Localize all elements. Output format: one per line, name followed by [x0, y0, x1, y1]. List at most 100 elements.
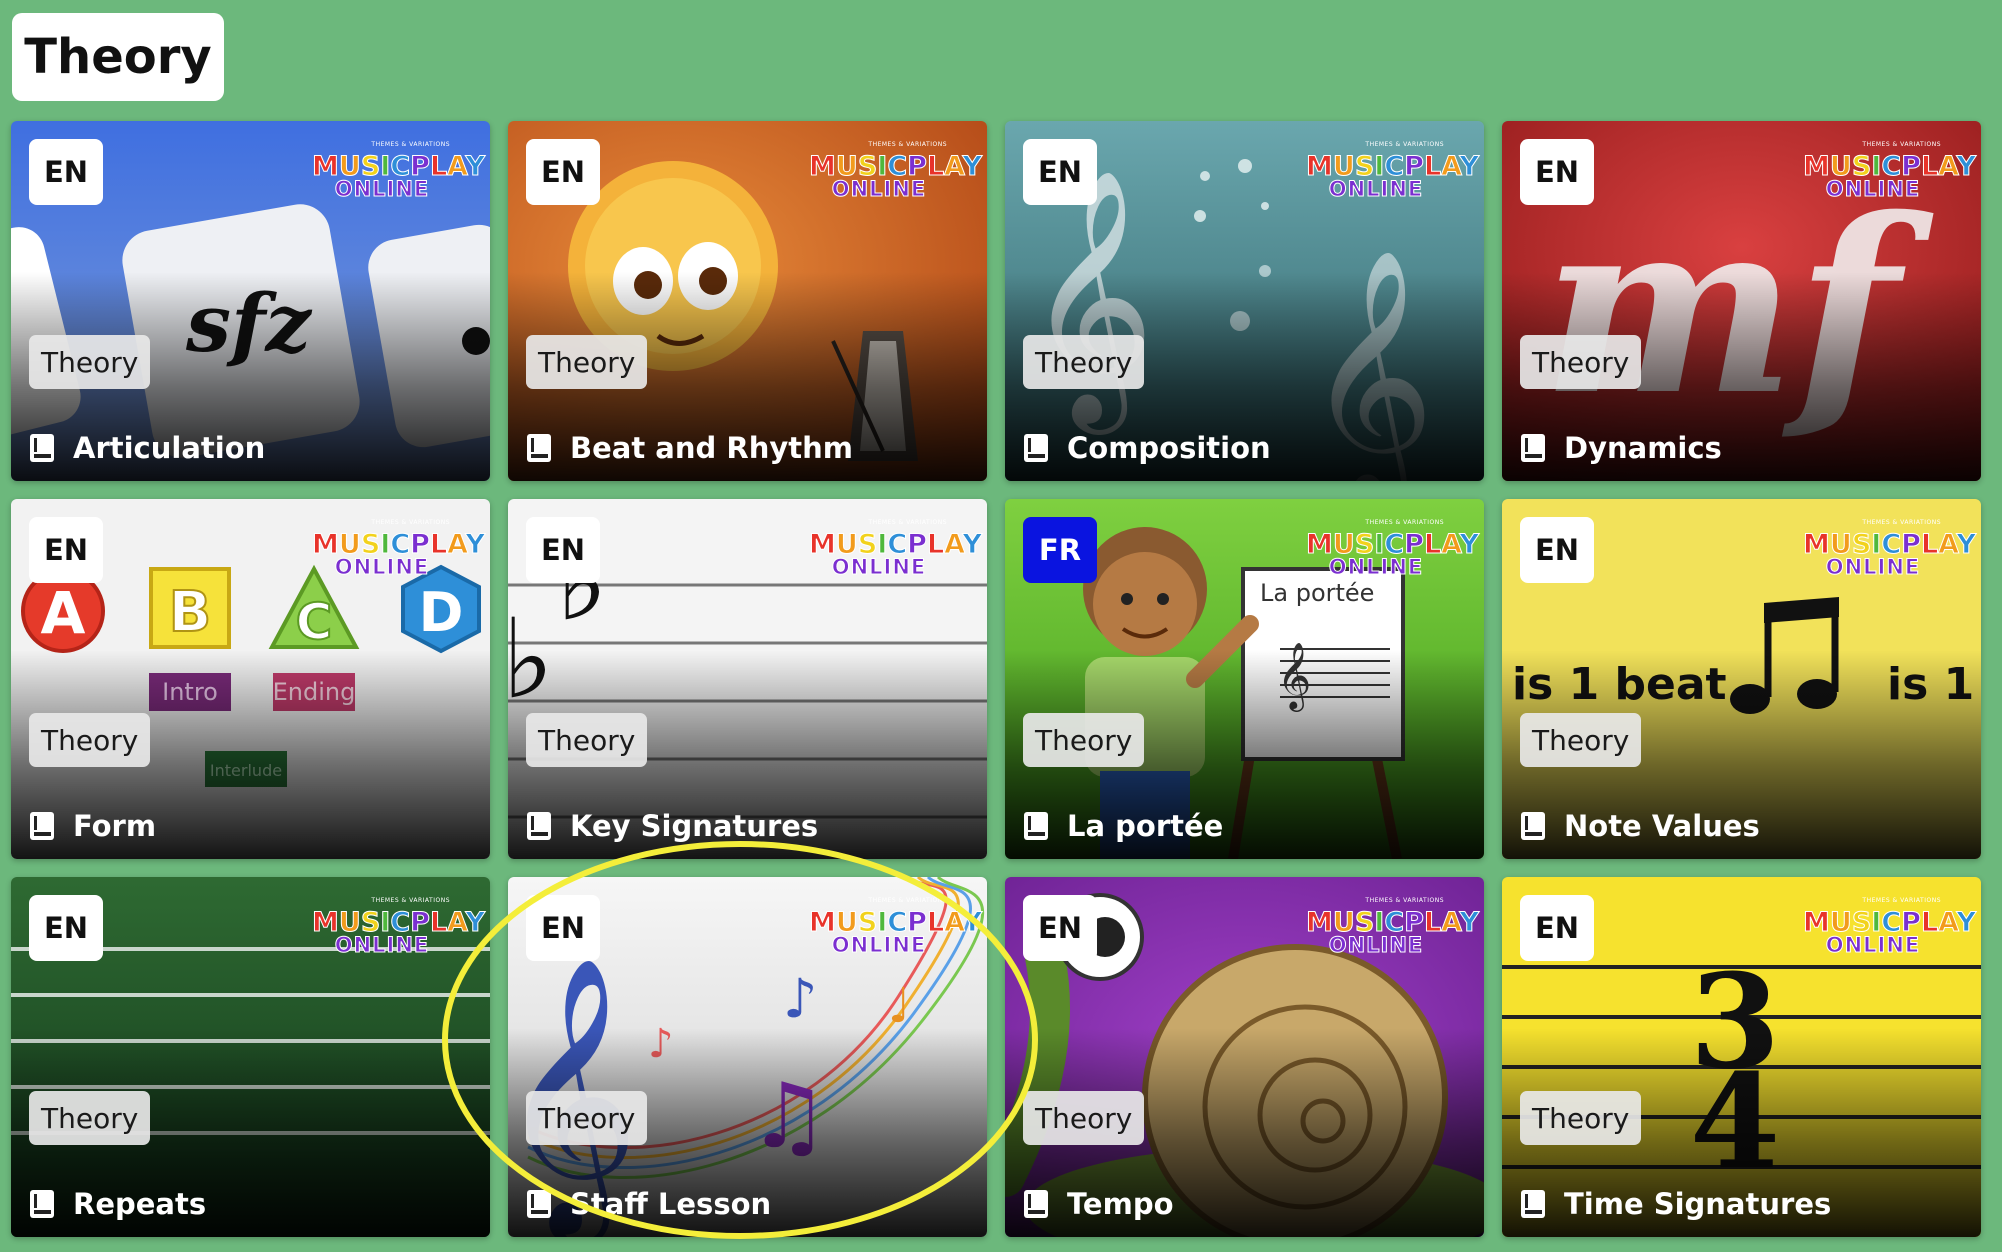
- card-title[interactable]: Beat and Rhythm: [570, 431, 853, 465]
- svg-text:D: D: [419, 581, 464, 644]
- logo-word-online: ONLINE: [831, 555, 927, 579]
- card-title[interactable]: Composition: [1067, 431, 1271, 465]
- lesson-card-portee[interactable]: La portée 𝄞 FRTHEMES & VARIATIONSMUSICPL…: [1005, 499, 1484, 859]
- musicplay-logo: THEMES & VARIATIONS MUSICPLAY ONLINE: [1306, 517, 1480, 583]
- svg-text:♪: ♪: [783, 967, 817, 1030]
- category-badge: Theory: [526, 1091, 648, 1145]
- lesson-card-beat[interactable]: EN THEMES & VARIATIONS MUSICPLAY ONLINE Theo…: [508, 121, 987, 481]
- logo-tagline: THEMES & VARIATIONS: [868, 897, 947, 904]
- logo-word-musicplay: MUSICPLAY: [1803, 151, 1977, 182]
- language-badge: EN: [1520, 517, 1594, 583]
- logo-tagline: THEMES & VARIATIONS: [1365, 519, 1444, 526]
- card-title-row: Key Signatures: [526, 809, 818, 843]
- book-icon: [30, 812, 54, 840]
- card-title-row: Dynamics: [1520, 431, 1722, 465]
- card-title-row: Composition: [1023, 431, 1271, 465]
- card-title-row: Articulation: [29, 431, 265, 465]
- card-title[interactable]: La portée: [1067, 809, 1223, 843]
- logo-tagline: THEMES & VARIATIONS: [1365, 897, 1444, 904]
- card-title[interactable]: Note Values: [1564, 809, 1760, 843]
- svg-text:♩: ♩: [888, 978, 911, 1034]
- lesson-card-articulation[interactable]: sfz ENTHEMES & VARIATIONSMUSICPLAYONLINE…: [11, 121, 490, 481]
- book-icon: [30, 1190, 54, 1218]
- lesson-card-composition[interactable]: 𝄞 𝄞 ENTHEMES & VARIATIONSMUSICPLAYONLINE…: [1005, 121, 1484, 481]
- lesson-card-form[interactable]: A B C D Intro Ending InterludeENTHEMES &…: [11, 499, 490, 859]
- language-badge: EN: [29, 139, 103, 205]
- logo-word-musicplay: MUSICPLAY: [1803, 907, 1977, 938]
- language-badge: FR: [1023, 517, 1097, 583]
- book-icon: [1024, 434, 1048, 462]
- musicplay-logo: THEMES & VARIATIONS MUSICPLAY ONLINE: [1803, 895, 1977, 961]
- book-icon: [1521, 812, 1545, 840]
- logo-word-musicplay: MUSICPLAY: [1306, 907, 1480, 938]
- logo-tagline: THEMES & VARIATIONS: [1862, 897, 1941, 904]
- category-badge: Theory: [1023, 335, 1145, 389]
- logo-word-online: ONLINE: [334, 555, 430, 579]
- logo-word-online: ONLINE: [1825, 555, 1921, 579]
- book-icon: [1521, 1190, 1545, 1218]
- card-title[interactable]: Form: [73, 809, 156, 843]
- svg-text:C: C: [296, 593, 333, 651]
- logo-tagline: THEMES & VARIATIONS: [868, 519, 947, 526]
- language-badge: EN: [29, 517, 103, 583]
- logo-word-musicplay: MUSICPLAY: [312, 907, 486, 938]
- lesson-card-staff[interactable]: 𝄞 ♫ ♪ ♪ ♩ENTHEMES & VARIATIONSMUSICPLAYO…: [508, 877, 987, 1237]
- logo-word-online: ONLINE: [1825, 933, 1921, 957]
- musicplay-logo: THEMES & VARIATIONS MUSICPLAY ONLINE: [809, 517, 983, 583]
- lesson-card-timesig[interactable]: 3 4ENTHEMES & VARIATIONSMUSICPLAYONLINET…: [1502, 877, 1981, 1237]
- card-title[interactable]: Articulation: [73, 431, 265, 465]
- svg-text:La portée: La portée: [1260, 579, 1374, 607]
- card-title-row: La portée: [1023, 809, 1223, 843]
- card-title[interactable]: Dynamics: [1564, 431, 1722, 465]
- logo-word-online: ONLINE: [1825, 177, 1921, 201]
- lesson-card-keysig[interactable]: ♭ ♭ENTHEMES & VARIATIONSMUSICPLAYONLINET…: [508, 499, 987, 859]
- logo-word-musicplay: MUSICPLAY: [1306, 529, 1480, 560]
- page-title: Theory: [12, 13, 224, 101]
- card-title[interactable]: Key Signatures: [570, 809, 818, 843]
- musicplay-logo: THEMES & VARIATIONS MUSICPLAY ONLINE: [312, 895, 486, 961]
- category-badge: Theory: [526, 713, 648, 767]
- book-icon: [30, 434, 54, 462]
- book-icon: [1024, 1190, 1048, 1218]
- logo-word-online: ONLINE: [334, 177, 430, 201]
- musicplay-logo: THEMES & VARIATIONS MUSICPLAY ONLINE: [312, 517, 486, 583]
- language-badge: EN: [526, 895, 600, 961]
- logo-word-online: ONLINE: [334, 933, 430, 957]
- logo-tagline: THEMES & VARIATIONS: [1862, 141, 1941, 148]
- card-title[interactable]: Repeats: [73, 1187, 206, 1221]
- card-title-row: Staff Lesson: [526, 1187, 771, 1221]
- category-badge: Theory: [29, 335, 151, 389]
- card-title[interactable]: Tempo: [1067, 1187, 1174, 1221]
- lesson-card-notevalues[interactable]: is 1 beat is 1 b ENTHEMES & VARIATIONSMU…: [1502, 499, 1981, 859]
- lesson-card-repeats[interactable]: EN THEMES & VARIATIONS MUSICPLAY ONLINE Theo…: [11, 877, 490, 1237]
- category-badge: Theory: [1520, 335, 1642, 389]
- card-title[interactable]: Time Signatures: [1564, 1187, 1831, 1221]
- language-badge: EN: [1520, 139, 1594, 205]
- logo-word-musicplay: MUSICPLAY: [312, 151, 486, 182]
- category-badge: Theory: [526, 335, 648, 389]
- card-title-row: Time Signatures: [1520, 1187, 1831, 1221]
- lesson-card-dynamics[interactable]: mfENTHEMES & VARIATIONSMUSICPLAYONLINETh…: [1502, 121, 1981, 481]
- logo-word-online: ONLINE: [831, 177, 927, 201]
- lesson-grid: sfz ENTHEMES & VARIATIONSMUSICPLAYONLINE…: [11, 121, 1981, 1237]
- logo-word-online: ONLINE: [831, 933, 927, 957]
- logo-word-musicplay: MUSICPLAY: [809, 151, 983, 182]
- logo-tagline: THEMES & VARIATIONS: [371, 141, 450, 148]
- musicplay-logo: THEMES & VARIATIONS MUSICPLAY ONLINE: [312, 139, 486, 205]
- category-badge: Theory: [1520, 713, 1642, 767]
- category-badge: Theory: [1023, 1091, 1145, 1145]
- language-badge: EN: [1520, 895, 1594, 961]
- category-badge: Theory: [1023, 713, 1145, 767]
- logo-word-musicplay: MUSICPLAY: [809, 529, 983, 560]
- card-title[interactable]: Staff Lesson: [570, 1187, 771, 1221]
- svg-text:B: B: [169, 580, 212, 645]
- logo-word-musicplay: MUSICPLAY: [1803, 529, 1977, 560]
- language-badge: EN: [29, 895, 103, 961]
- musicplay-logo: THEMES & VARIATIONS MUSICPLAY ONLINE: [1803, 139, 1977, 205]
- card-title-row: Note Values: [1520, 809, 1760, 843]
- book-icon: [527, 434, 551, 462]
- lesson-card-tempo[interactable]: EN THEMES & VARIATIONS MUSICPLAY ONLINE Theo…: [1005, 877, 1484, 1237]
- logo-word-online: ONLINE: [1328, 555, 1424, 579]
- card-title-row: Form: [29, 809, 156, 843]
- musicplay-logo: THEMES & VARIATIONS MUSICPLAY ONLINE: [809, 139, 983, 205]
